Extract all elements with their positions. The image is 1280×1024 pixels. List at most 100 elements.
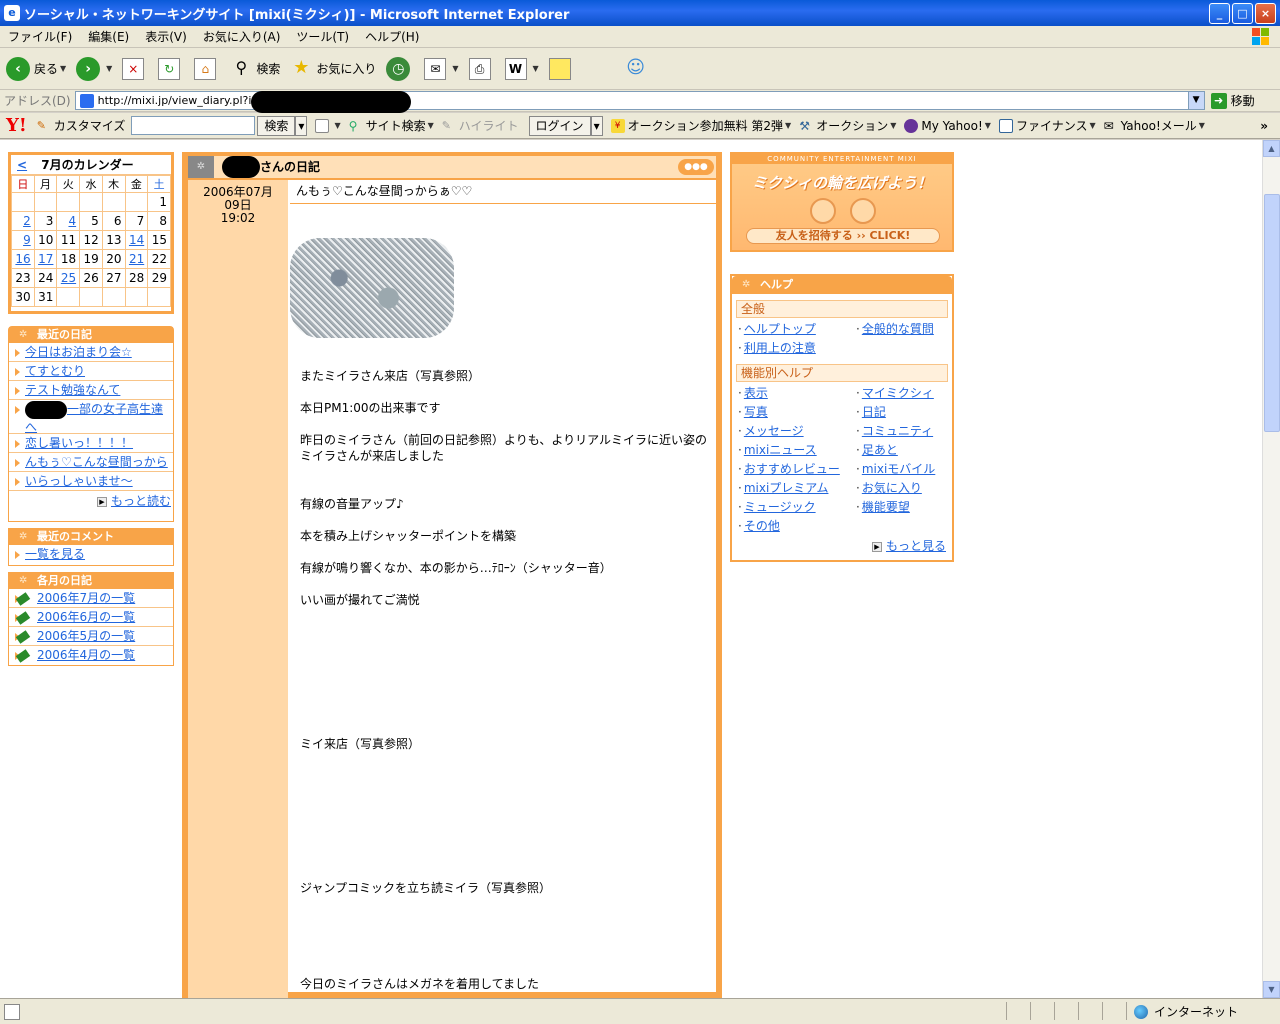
edit-dropdown-icon[interactable]: ▼: [533, 64, 539, 73]
close-button[interactable]: ×: [1255, 2, 1276, 24]
month-link[interactable]: 2006年4月の一覧: [37, 648, 135, 662]
refresh-button[interactable]: ↻: [158, 57, 184, 80]
list-item[interactable]: てすとむり: [9, 362, 173, 381]
month-link[interactable]: 2006年6月の一覧: [37, 610, 135, 624]
auction-link[interactable]: ⚒ オークション ▼: [799, 117, 896, 134]
home-button[interactable]: ⌂: [194, 57, 220, 80]
diary-photo[interactable]: [290, 238, 454, 338]
login-dropdown-icon[interactable]: ▾: [590, 115, 603, 136]
history-button[interactable]: ◷: [386, 56, 414, 81]
back-button[interactable]: ‹ 戻る ▼: [6, 56, 66, 81]
toolbar-overflow-icon[interactable]: »: [1260, 119, 1268, 133]
calendar-day-cell[interactable]: 21: [124, 249, 149, 269]
help-link-item[interactable]: · ヘルプトップ: [738, 320, 856, 339]
menu-edit[interactable]: 編集(E): [80, 28, 137, 45]
yahoo-search-dropdown-icon[interactable]: ▾: [295, 115, 308, 136]
diary-link[interactable]: 今日はお泊まり会☆: [25, 345, 132, 359]
help-link-item[interactable]: · メッセージ: [738, 422, 856, 441]
scroll-down-icon[interactable]: ▼: [1263, 981, 1280, 998]
minimize-button[interactable]: _: [1209, 2, 1230, 24]
view-all-link[interactable]: 一覧を見る: [25, 547, 85, 561]
auction-promo-dropdown-icon[interactable]: ▼: [785, 121, 791, 130]
favorites-button[interactable]: ★ お気に入り: [290, 57, 376, 80]
help-link-item[interactable]: · 全般的な質問: [856, 320, 956, 339]
help-link-item[interactable]: · mixiプレミアム: [738, 479, 856, 498]
help-link-item[interactable]: · mixiニュース: [738, 441, 856, 460]
help-link-item[interactable]: · その他: [738, 517, 856, 536]
highlight-button[interactable]: ✎ ハイライト: [442, 117, 519, 134]
diary-link[interactable]: んもぅ♡こんな昼間っから: [25, 455, 168, 469]
calendar-day-cell[interactable]: 14: [124, 230, 149, 250]
menu-help[interactable]: ヘルプ(H): [357, 28, 427, 45]
auction-dropdown-icon[interactable]: ▼: [890, 121, 896, 130]
address-input[interactable]: http://mixi.jp/view_diary.pl?id= ▼: [74, 91, 1205, 113]
month-link[interactable]: 2006年5月の一覧: [37, 629, 135, 643]
yahoo-mail-link[interactable]: ✉ Yahoo!メール ▼: [1104, 117, 1205, 134]
diary-link[interactable]: テスト勉強なんて: [25, 383, 120, 397]
help-link-item[interactable]: · お気に入り: [856, 479, 956, 498]
list-item[interactable]: テスト勉強なんて: [9, 381, 173, 400]
help-link-item[interactable]: · 利用上の注意: [738, 339, 856, 358]
menu-view[interactable]: 表示(V): [137, 28, 195, 45]
list-item[interactable]: 2006年5月の一覧: [9, 627, 173, 646]
site-search-dropdown-icon[interactable]: ▼: [428, 121, 434, 130]
help-link-item[interactable]: · 写真: [738, 403, 856, 422]
yahoo-mail-dropdown-icon[interactable]: ▼: [1199, 121, 1205, 130]
diary-link[interactable]: 恋し暑いっ！！！！: [25, 436, 133, 450]
forward-button[interactable]: › ▼: [76, 56, 112, 81]
scroll-up-icon[interactable]: ▲: [1263, 140, 1280, 157]
menu-tools[interactable]: ツール(T): [288, 28, 357, 45]
help-link-item[interactable]: · mixiモバイル: [856, 460, 956, 479]
list-item[interactable]: 一覧を見る: [9, 545, 173, 564]
login-button[interactable]: ログイン: [528, 115, 591, 136]
calendar-day-cell[interactable]: 2: [11, 211, 35, 231]
print-button[interactable]: ⎙: [468, 57, 495, 80]
list-item[interactable]: 2006年7月の一覧: [9, 589, 173, 608]
address-dropdown-icon[interactable]: ▼: [1187, 92, 1204, 109]
calendar-prev-link[interactable]: <: [17, 158, 27, 172]
help-link-item[interactable]: · マイミクシィ: [856, 384, 956, 403]
auction-promo-link[interactable]: ¥ オークション参加無料 第2弾 ▼: [610, 117, 791, 134]
calendar-day-cell[interactable]: 4: [56, 211, 81, 231]
help-more-link[interactable]: もっと見る: [886, 539, 946, 553]
calendar-day-cell[interactable]: 9: [11, 230, 35, 250]
list-item[interactable]: 2006年4月の一覧: [9, 646, 173, 665]
list-item[interactable]: んもぅ♡こんな昼間っから: [9, 453, 173, 472]
search-button[interactable]: ⚲ 検索: [230, 58, 280, 80]
list-item[interactable]: 恋し暑いっ！！！！: [9, 434, 173, 453]
toolbar-options-button[interactable]: ▼: [315, 118, 341, 133]
mail-dropdown-icon[interactable]: ▼: [452, 64, 458, 73]
finance-dropdown-icon[interactable]: ▼: [1089, 121, 1095, 130]
list-item[interactable]: 一部の女子高生達へ: [9, 400, 173, 434]
scroll-thumb[interactable]: [1264, 194, 1280, 432]
yahoo-search-button[interactable]: 検索: [257, 115, 296, 136]
help-link-item[interactable]: · おすすめレビュー: [738, 460, 856, 479]
help-link-item[interactable]: · 足あと: [856, 441, 956, 460]
invite-friend-button[interactable]: 友人を招待する ›› CLICK!: [746, 228, 940, 244]
edit-button[interactable]: W ▼: [504, 57, 539, 80]
help-link-item[interactable]: · コミュニティ: [856, 422, 956, 441]
help-link-item[interactable]: · 表示: [738, 384, 856, 403]
forward-dropdown-icon[interactable]: ▼: [106, 64, 112, 73]
stop-button[interactable]: ×: [122, 57, 148, 80]
finance-link[interactable]: ファイナンス ▼: [998, 117, 1096, 134]
mail-button[interactable]: ✉ ▼: [424, 57, 459, 80]
calendar-day-cell[interactable]: 17: [33, 249, 58, 269]
vertical-scrollbar[interactable]: ▲ ▼: [1262, 140, 1280, 998]
diary-link[interactable]: いらっしゃいませ〜: [25, 474, 133, 488]
yahoo-search-input[interactable]: [131, 116, 256, 135]
myyahoo-link[interactable]: My Yahoo! ▼: [904, 118, 991, 133]
back-dropdown-icon[interactable]: ▼: [60, 64, 66, 73]
invite-banner[interactable]: COMMUNITY ENTERTAINMENT MIXI ミクシィの輪を広げよう…: [730, 152, 954, 252]
list-item[interactable]: 今日はお泊まり会☆: [9, 343, 173, 362]
month-link[interactable]: 2006年7月の一覧: [37, 591, 135, 605]
help-link-item[interactable]: · ミュージック: [738, 498, 856, 517]
read-more-link[interactable]: もっと読む: [111, 494, 171, 508]
messenger-button[interactable]: ☺: [625, 57, 651, 80]
list-item[interactable]: いらっしゃいませ〜: [9, 472, 173, 491]
list-item[interactable]: 2006年6月の一覧: [9, 608, 173, 627]
menu-favorites[interactable]: お気に入り(A): [195, 28, 289, 45]
help-link-item[interactable]: · 日記: [856, 403, 956, 422]
notes-button[interactable]: [548, 57, 575, 80]
calendar-day-cell[interactable]: 16: [11, 249, 35, 269]
